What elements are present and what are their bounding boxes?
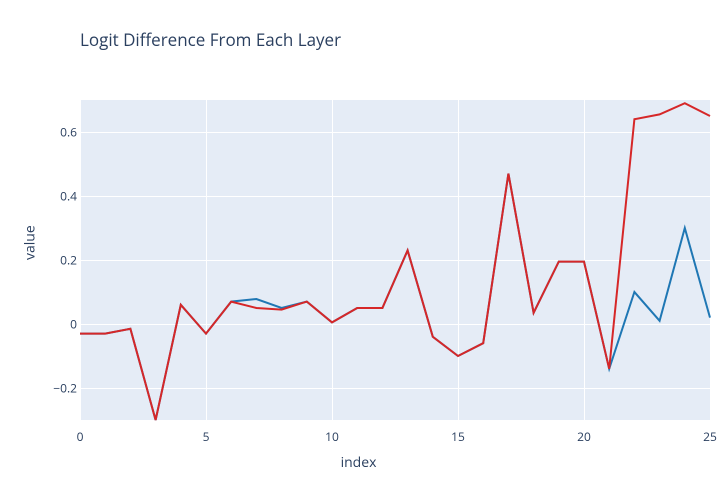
x-tick-label: 20 xyxy=(577,428,591,445)
chart-title: Logit Difference From Each Layer xyxy=(80,28,341,51)
chart-svg xyxy=(80,100,710,420)
x-tick-label: 10 xyxy=(325,428,339,445)
series-line xyxy=(80,103,710,420)
y-tick-label: 0.2 xyxy=(17,252,77,269)
y-tick-label: 0.4 xyxy=(17,188,77,205)
x-tick-label: 5 xyxy=(203,428,210,445)
y-tick-label: −0.2 xyxy=(17,380,77,397)
x-tick-label: 0 xyxy=(77,428,84,445)
x-axis-label: index xyxy=(341,453,377,472)
plot-area xyxy=(80,100,710,420)
gridline-v xyxy=(710,100,711,420)
y-tick-label: 0 xyxy=(17,316,77,333)
y-tick-label: 0.6 xyxy=(17,124,77,141)
x-tick-label: 15 xyxy=(451,428,465,445)
x-tick-label: 25 xyxy=(703,428,717,445)
